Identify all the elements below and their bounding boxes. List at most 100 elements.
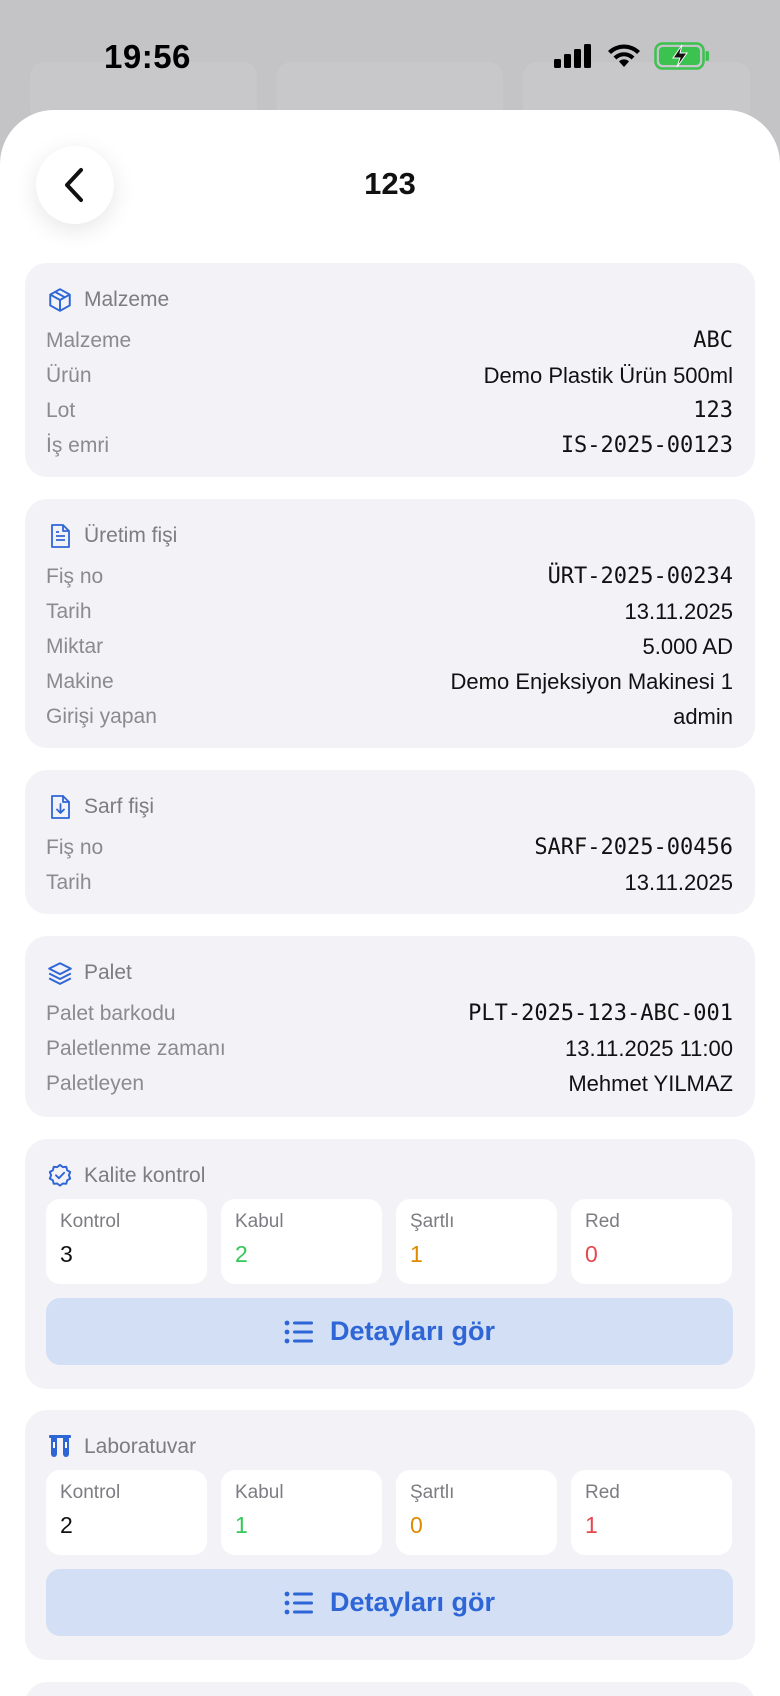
row-value: IS-2025-00123 <box>560 433 733 458</box>
detail-row: Girişi yapan admin <box>46 699 733 734</box>
row-value: admin <box>673 703 733 729</box>
row-value: Mehmet YILMAZ <box>568 1070 733 1096</box>
row-value: Demo Enjeksiyon Makinesi 1 <box>450 668 733 694</box>
row-label: Lot <box>46 398 76 422</box>
row-label: Paletlenme zamanı <box>46 1036 226 1060</box>
row-value: PLT-2025-123-ABC-001 <box>468 1001 733 1026</box>
row-value: ABC <box>693 328 733 353</box>
row-value: ÜRT-2025-00234 <box>547 564 733 589</box>
detail-row: Tarih 13.11.2025 <box>46 865 733 900</box>
row-label: Tarih <box>46 599 92 623</box>
stat-reject: Red 1 <box>571 1470 732 1555</box>
row-label: Makine <box>46 669 114 693</box>
row-label: Malzeme <box>46 328 132 352</box>
next-card-peek <box>25 1682 755 1696</box>
wifi-icon <box>608 44 640 67</box>
quality-details-button[interactable]: Detayları gör <box>46 1298 733 1365</box>
row-label: Tarih <box>46 870 92 894</box>
stat-label: Şartlı <box>410 1211 455 1232</box>
row-value: 5.000 AD <box>642 633 733 659</box>
stat-conditional: Şartlı 0 <box>396 1470 557 1555</box>
cellular-signal-icon <box>554 44 591 68</box>
production-card-title: Üretim fişi <box>84 524 178 547</box>
pallet-card-title: Palet <box>84 961 132 984</box>
list-icon <box>284 1591 313 1614</box>
production-card: Üretim fişi Fiş no ÜRT-2025-00234 Tarih 13… <box>25 499 755 748</box>
detail-row: Lot 123 <box>46 393 733 428</box>
row-value: SARF-2025-00456 <box>534 835 733 860</box>
status-bar: 19:56 <box>0 0 780 110</box>
stat-control: Kontrol 2 <box>46 1470 207 1555</box>
stat-value: 3 <box>60 1241 73 1267</box>
battery-charging-icon <box>654 42 709 70</box>
stat-reject: Red 0 <box>571 1199 732 1284</box>
laboratory-card: Laboratuvar Kontrol 2 Kabul 1 Şartlı 0 Red 1… <box>25 1410 755 1660</box>
consumption-card: Sarf fişi Fiş no SARF-2025-00456 Tarih 13.… <box>25 770 755 914</box>
row-label: Paletleyen <box>46 1071 145 1095</box>
row-value: 123 <box>693 398 733 423</box>
quality-card-title: Kalite kontrol <box>84 1164 206 1187</box>
status-icons <box>554 42 710 70</box>
row-label: İş emri <box>46 433 109 457</box>
detail-row: Paletleyen Mehmet YILMAZ <box>46 1066 733 1101</box>
stat-label: Kabul <box>235 1482 284 1503</box>
detail-row: Ürün Demo Plastik Ürün 500ml <box>46 358 733 393</box>
stat-label: Red <box>585 1211 620 1232</box>
stat-value: 1 <box>410 1241 423 1267</box>
detail-sheet: 123 Malzeme Malzeme ABC Ürün Demo Plastik … <box>0 110 780 1696</box>
production-card-header: Üretim fişi <box>46 521 733 551</box>
row-label: Girişi yapan <box>46 704 157 728</box>
detail-row: Palet barkodu PLT-2025-123-ABC-001 <box>46 996 733 1031</box>
lab-details-button[interactable]: Detayları gör <box>46 1569 733 1636</box>
row-label: Fiş no <box>46 564 104 588</box>
stat-label: Red <box>585 1482 620 1503</box>
row-label: Palet barkodu <box>46 1001 176 1025</box>
detail-row: Tarih 13.11.2025 <box>46 594 733 629</box>
document-download-icon <box>46 793 74 821</box>
quality-control-card: Kalite kontrol Kontrol 3 Kabul 2 Şartlı 1 R… <box>25 1139 755 1389</box>
row-label: Ürün <box>46 363 92 387</box>
stat-label: Kabul <box>235 1211 284 1232</box>
layers-icon <box>46 959 74 987</box>
document-icon <box>46 522 74 550</box>
consumption-card-title: Sarf fişi <box>84 795 155 818</box>
list-icon <box>284 1320 313 1343</box>
details-button-label: Detayları gör <box>329 1587 496 1617</box>
detail-row: Makine Demo Enjeksiyon Makinesi 1 <box>46 664 733 699</box>
detail-row: Fiş no SARF-2025-00456 <box>46 830 733 865</box>
pallet-card: Palet Palet barkodu PLT-2025-123-ABC-001 … <box>25 936 755 1117</box>
detail-row: Fiş no ÜRT-2025-00234 <box>46 559 733 594</box>
stat-value: 2 <box>235 1241 248 1267</box>
detail-row: Paletlenme zamanı 13.11.2025 11:00 <box>46 1031 733 1066</box>
stat-value: 1 <box>585 1512 598 1538</box>
row-value: 13.11.2025 11:00 <box>564 1035 733 1061</box>
row-value: 13.11.2025 <box>624 598 733 624</box>
stat-conditional: Şartlı 1 <box>396 1199 557 1284</box>
stat-label: Şartlı <box>410 1482 455 1503</box>
detail-row: İş emri IS-2025-00123 <box>46 428 733 463</box>
verified-badge-icon <box>46 1162 74 1190</box>
test-tubes-icon <box>46 1433 74 1461</box>
details-button-label: Detayları gör <box>329 1316 496 1346</box>
quality-card-header: Kalite kontrol <box>46 1161 733 1191</box>
package-icon <box>46 286 74 314</box>
stat-label: Kontrol <box>60 1482 121 1503</box>
page-title: 123 <box>364 166 416 201</box>
stat-value: 0 <box>410 1512 423 1538</box>
lab-stats: Kontrol 2 Kabul 1 Şartlı 0 Red 1 <box>46 1470 733 1555</box>
detail-row: Malzeme ABC <box>46 323 733 358</box>
row-label: Miktar <box>46 634 104 658</box>
stat-control: Kontrol 3 <box>46 1199 207 1284</box>
material-card: Malzeme Malzeme ABC Ürün Demo Plastik Ürün… <box>25 263 755 477</box>
row-label: Fiş no <box>46 835 104 859</box>
stat-accept: Kabul 1 <box>221 1470 382 1555</box>
lab-card-title: Laboratuvar <box>84 1435 197 1458</box>
stat-value: 0 <box>585 1241 598 1267</box>
material-card-header: Malzeme <box>46 285 733 315</box>
stat-value: 2 <box>60 1512 73 1538</box>
detail-row: Miktar 5.000 AD <box>46 629 733 664</box>
status-time: 19:56 <box>104 38 191 75</box>
quality-stats: Kontrol 3 Kabul 2 Şartlı 1 Red 0 <box>46 1199 733 1284</box>
stat-accept: Kabul 2 <box>221 1199 382 1284</box>
pallet-card-header: Palet <box>46 958 733 988</box>
